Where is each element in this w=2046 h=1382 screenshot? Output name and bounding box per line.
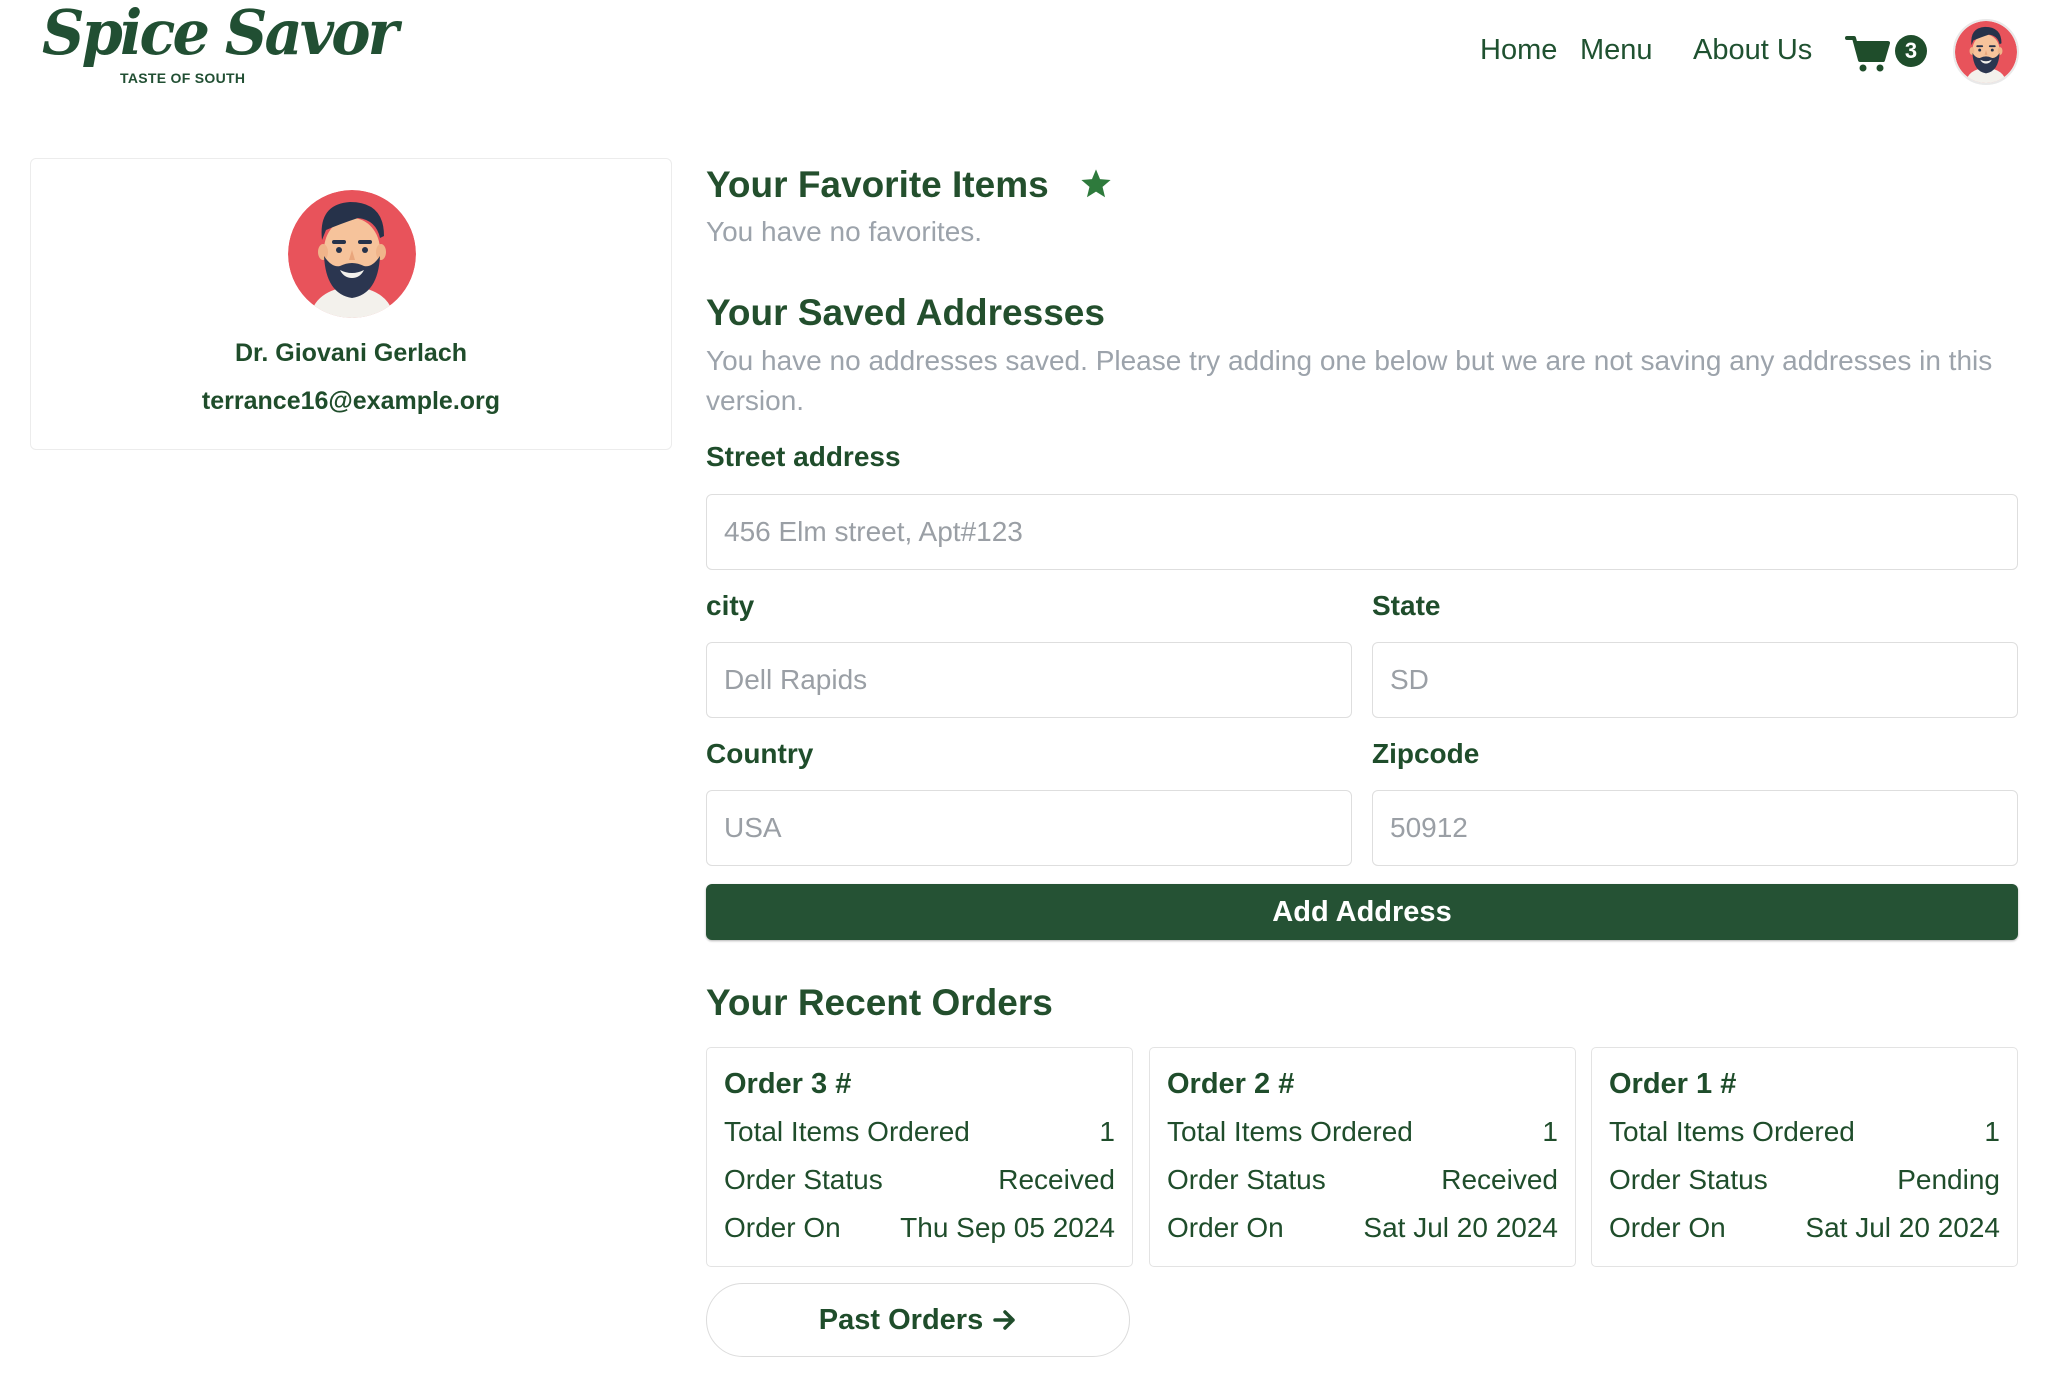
order-status-row: Order Status Received [1167,1164,1558,1198]
order-status-value: Received [1441,1164,1558,1195]
order-items-value: 1 [1542,1116,1558,1147]
profile-avatar-icon [288,190,416,318]
order-card[interactable]: Order 3 # Total Items Ordered 1 Order St… [706,1047,1133,1267]
user-avatar-icon [1955,21,2017,83]
order-items-label: Total Items Ordered [724,1116,970,1147]
order-status-row: Order Status Received [724,1164,1115,1198]
order-status-value: Received [998,1164,1115,1195]
order-status-label: Order Status [1609,1164,1768,1195]
order-date-label: Order On [1167,1212,1284,1243]
street-address-input[interactable] [706,494,2018,570]
favorites-title-text: Your Favorite Items [706,164,1049,205]
profile-email: terrance16@example.org [201,387,501,415]
order-items-row: Total Items Ordered 1 [724,1116,1115,1150]
order-title: Order 1 # [1609,1068,1737,1100]
order-date-value: Sat Jul 20 2024 [1363,1212,1558,1243]
order-status-row: Order Status Pending [1609,1164,2000,1198]
city-input[interactable] [706,642,1352,718]
nav-about-link[interactable]: About Us [1693,34,1812,67]
state-input[interactable] [1372,642,2018,718]
order-card[interactable]: Order 2 # Total Items Ordered 1 Order St… [1149,1047,1576,1267]
order-date-row: Order On Sat Jul 20 2024 [1609,1212,2000,1246]
arrow-right-icon [993,1310,1015,1330]
order-status-value: Pending [1897,1164,2000,1195]
cart-count-badge: 3 [1895,35,1927,67]
nav-home-link[interactable]: Home [1480,34,1557,67]
city-label: city [706,590,755,621]
past-orders-label: Past Orders [818,1303,984,1336]
zipcode-label: Zipcode [1372,738,1480,769]
cart-icon [1845,36,1890,72]
profile-card: Dr. Giovani Gerlach terrance16@example.o… [30,158,672,450]
order-date-value: Sat Jul 20 2024 [1805,1212,2000,1243]
order-items-label: Total Items Ordered [1609,1116,1855,1147]
order-date-row: Order On Thu Sep 05 2024 [724,1212,1115,1246]
country-label: Country [706,738,814,769]
zipcode-input[interactable] [1372,790,2018,866]
order-items-value: 1 [1984,1116,2000,1147]
order-status-label: Order Status [1167,1164,1326,1195]
order-title: Order 3 # [724,1068,852,1100]
street-label: Street address [706,441,901,472]
country-input[interactable] [706,790,1352,866]
add-address-button[interactable]: Add Address [706,884,2018,940]
order-items-label: Total Items Ordered [1167,1116,1413,1147]
order-title: Order 2 # [1167,1068,1295,1100]
favorites-title: Your Favorite Items [706,164,1113,206]
user-avatar-menu[interactable] [1953,19,2019,85]
profile-avatar [288,190,416,318]
brand-logo[interactable]: Spice Savor TASTE OF SOUTH [42,2,399,90]
order-card[interactable]: Order 1 # Total Items Ordered 1 Order St… [1591,1047,2018,1267]
recent-orders-title: Your Recent Orders [706,982,1053,1023]
cart-button[interactable]: 3 [1845,28,1929,72]
site-header: Spice Savor TASTE OF SOUTH Home Menu Abo… [0,0,2046,110]
brand-tagline: TASTE OF SOUTH [120,70,246,86]
order-date-label: Order On [1609,1212,1726,1243]
brand-name: Spice Savor [42,0,399,69]
state-label: State [1372,590,1441,621]
order-date-value: Thu Sep 05 2024 [900,1212,1115,1243]
order-items-value: 1 [1099,1116,1115,1147]
order-status-label: Order Status [724,1164,883,1195]
addresses-title: Your Saved Addresses [706,292,1105,333]
past-orders-button[interactable]: Past Orders [706,1283,1130,1357]
addresses-empty-text: You have no addresses saved. Please try … [706,345,1993,416]
favorites-empty-text: You have no favorites. [706,216,983,247]
order-items-row: Total Items Ordered 1 [1167,1116,1558,1150]
profile-name: Dr. Giovani Gerlach [234,339,468,367]
order-date-row: Order On Sat Jul 20 2024 [1167,1212,1558,1246]
star-icon [1081,169,1111,198]
nav-menu-link[interactable]: Menu [1580,34,1653,67]
order-date-label: Order On [724,1212,841,1243]
order-items-row: Total Items Ordered 1 [1609,1116,2000,1150]
